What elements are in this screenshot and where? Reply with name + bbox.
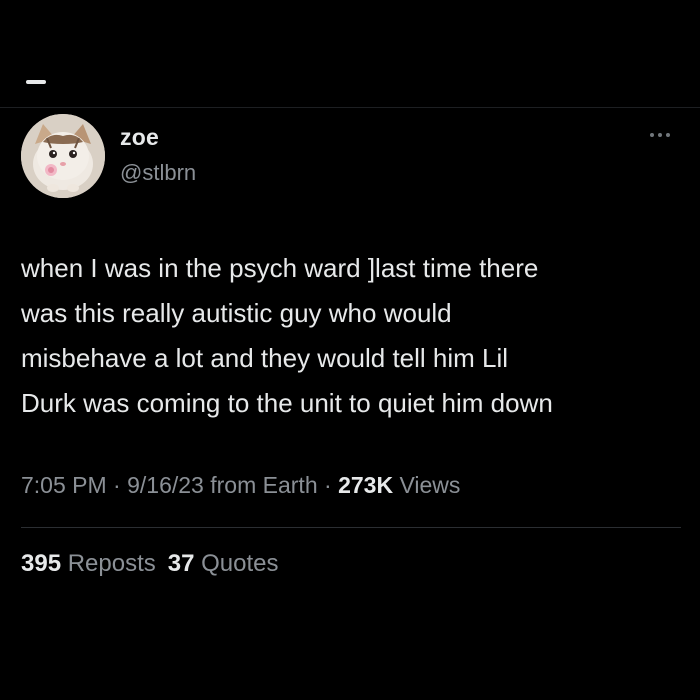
quotes-link[interactable]: 37 Quotes — [168, 550, 279, 577]
meta-separator: · — [317, 472, 339, 498]
user-handle[interactable]: @stlbrn — [120, 160, 196, 186]
tweet-stats: 395 Reposts 37 Quotes — [21, 550, 279, 578]
tweet-time[interactable]: 7:05 PM — [21, 472, 107, 498]
views-count: 273K — [338, 472, 394, 498]
tweet-text-line: was this really autistic guy who would — [21, 298, 452, 328]
tweet-meta: 7:05 PM · 9/16/23 from Earth · 273K View… — [21, 472, 460, 499]
quotes-label: Quotes — [194, 550, 279, 577]
meta-separator: · — [106, 472, 128, 498]
reposts-link[interactable]: 395 Reposts — [21, 550, 156, 577]
more-dots-icon[interactable] — [650, 128, 680, 142]
top-bar — [0, 0, 700, 108]
display-name[interactable]: zoe — [120, 124, 159, 151]
dot — [658, 133, 662, 137]
reposts-count: 395 — [21, 550, 62, 577]
divider — [21, 527, 681, 528]
back-dash-icon[interactable] — [26, 80, 46, 84]
tweet-text-line: misbehave a lot and they would tell him … — [21, 343, 509, 373]
kitten-avatar-icon — [21, 114, 105, 198]
tweet-text-line: Durk was coming to the unit to quiet him… — [21, 388, 553, 418]
tweet-text: when I was in the psych ward ]last time … — [21, 246, 691, 426]
quotes-count: 37 — [167, 550, 195, 577]
reposts-label: Reposts — [61, 550, 156, 577]
tweet-source: from Earth — [203, 472, 318, 498]
tweet-date[interactable]: 9/16/23 — [127, 472, 204, 498]
avatar[interactable] — [21, 114, 105, 198]
dot — [666, 133, 670, 137]
tweet-text-line: when I was in the psych ward ]last time … — [21, 253, 539, 283]
dot — [650, 133, 654, 137]
views-label: Views — [393, 472, 461, 498]
